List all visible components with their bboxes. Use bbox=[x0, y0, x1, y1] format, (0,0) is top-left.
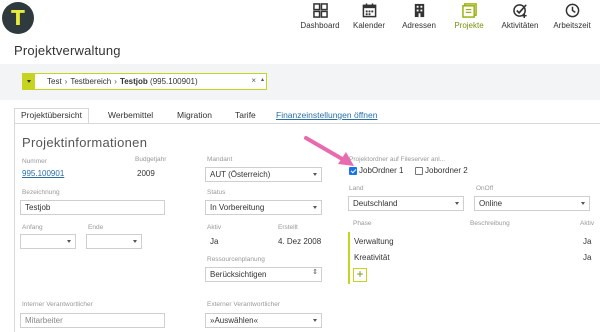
breadcrumb-current: Testjob bbox=[119, 77, 148, 86]
updown-icon: ⇕ bbox=[312, 269, 318, 276]
clock-icon bbox=[565, 3, 579, 18]
erstellt-label: Erstellt bbox=[278, 224, 298, 231]
nummer-label: Nummer bbox=[22, 158, 47, 165]
calendar-icon bbox=[362, 3, 376, 18]
phase-row-name[interactable]: Kreativität bbox=[354, 253, 390, 262]
aktiv-value: Ja bbox=[210, 237, 219, 246]
chevron-down-icon bbox=[133, 240, 137, 243]
onoff-select[interactable]: Online bbox=[474, 196, 590, 211]
nav-adressen[interactable]: Adressen bbox=[394, 3, 444, 30]
ende-select[interactable] bbox=[86, 234, 142, 249]
breadcrumb-job-number: (995.100901) bbox=[150, 77, 198, 86]
chevron-down-icon bbox=[581, 202, 585, 205]
chevron-down-icon bbox=[313, 319, 317, 322]
erstellt-value: 4. Dez 2008 bbox=[278, 237, 322, 246]
beschreibung-column-header: Beschreibung bbox=[470, 220, 510, 227]
tab-werbemittel[interactable]: Werbemittel bbox=[102, 108, 159, 124]
breadcrumb-separator: › bbox=[64, 77, 68, 86]
breadcrumb-dropdown-handle[interactable] bbox=[23, 74, 35, 89]
status-select[interactable]: In Vorbereitung bbox=[205, 200, 322, 215]
tab-finanzeinstellungen-link[interactable]: Finanzeinstellungen öffnen bbox=[270, 108, 383, 124]
phase-row-name[interactable]: Verwaltung bbox=[354, 237, 394, 246]
caret-icon[interactable]: ▴ bbox=[261, 76, 264, 83]
annotation-arrow-icon bbox=[304, 136, 354, 166]
bezeichnung-label: Bezeichnung bbox=[22, 189, 60, 196]
nav-dashboard[interactable]: Dashboard bbox=[295, 3, 345, 30]
nav-projekte[interactable]: Projekte bbox=[444, 3, 494, 30]
status-label: Status bbox=[207, 189, 226, 196]
externer-select[interactable]: »Auswählen« bbox=[205, 313, 322, 328]
interner-field[interactable]: Mitarbeiter bbox=[20, 313, 165, 328]
ressourcenplanung-select[interactable]: Berücksichtigen ⇕ bbox=[205, 267, 322, 282]
breadcrumb: Test › Testbereich › Testjob (995.100901) bbox=[47, 77, 198, 86]
ressourcenplanung-label: Ressourcenplanung bbox=[207, 256, 265, 263]
aktiv-label: Aktiv bbox=[207, 224, 222, 231]
breadcrumb-separator: › bbox=[114, 77, 117, 86]
land-select[interactable]: Deutschland bbox=[348, 196, 464, 211]
chevron-down-icon bbox=[313, 173, 317, 176]
joborder2-label[interactable]: Jobordner 2 bbox=[425, 166, 468, 175]
projects-icon bbox=[461, 3, 477, 18]
budgetjahr-label: Budgetjahr bbox=[135, 156, 167, 163]
nav-arbeitszeit-label: Arbeitszeit bbox=[553, 21, 591, 30]
joborder1-checkbox[interactable] bbox=[349, 167, 357, 175]
tab-tarife[interactable]: Tarife bbox=[229, 108, 262, 124]
tab-migration[interactable]: Migration bbox=[171, 108, 218, 124]
aktiv-column-header: Aktiv bbox=[580, 220, 595, 227]
onoff-label: OnOff bbox=[476, 185, 494, 192]
clear-icon[interactable]: × bbox=[251, 76, 256, 85]
activity-check-icon bbox=[512, 4, 527, 18]
project-breadcrumb-selector[interactable]: Test › Testbereich › Testjob (995.100901) × … bbox=[22, 73, 267, 90]
add-phase-button[interactable]: + bbox=[353, 268, 367, 282]
top-bar: T Dashboard Kalender Adressen Projekte A… bbox=[0, 0, 600, 36]
chevron-down-icon bbox=[313, 206, 317, 209]
phase-row-aktiv: Ja bbox=[583, 253, 592, 262]
building-icon bbox=[414, 3, 424, 18]
chevron-down-icon bbox=[67, 240, 71, 243]
nav-kalender[interactable]: Kalender bbox=[344, 3, 394, 30]
phase-list-accent bbox=[348, 232, 350, 284]
joborder2-checkbox[interactable] bbox=[415, 167, 423, 175]
nav-arbeitszeit[interactable]: Arbeitszeit bbox=[547, 3, 597, 30]
chevron-down-icon bbox=[455, 202, 459, 205]
page-title: Projektverwaltung bbox=[14, 43, 121, 58]
phase-column-header: Phase bbox=[353, 220, 372, 227]
budgetjahr-value: 2009 bbox=[137, 169, 155, 178]
breadcrumb-item[interactable]: Test bbox=[47, 77, 62, 86]
section-title: Projektinformationen bbox=[22, 135, 148, 150]
anfang-select[interactable] bbox=[20, 234, 76, 249]
nav-dashboard-label: Dashboard bbox=[300, 21, 340, 30]
bezeichnung-field[interactable]: Testjob bbox=[20, 200, 165, 215]
nav-aktivitaeten-label: Aktivitäten bbox=[501, 21, 539, 30]
externer-label: Externer Verantwortlicher bbox=[207, 301, 280, 308]
dashboard-icon bbox=[312, 3, 328, 18]
joborder1-label[interactable]: JobOrdner 1 bbox=[359, 166, 403, 175]
interner-label: Interner Verantwortlicher bbox=[22, 301, 93, 308]
nav-projekte-label: Projekte bbox=[454, 21, 484, 30]
nav-kalender-label: Kalender bbox=[352, 21, 386, 30]
breadcrumb-item[interactable]: Testbereich bbox=[70, 77, 111, 86]
land-label: Land bbox=[349, 185, 364, 192]
app-logo[interactable]: T bbox=[2, 2, 34, 34]
anfang-label: Anfang bbox=[22, 224, 43, 231]
mandant-label: Mandant bbox=[207, 156, 233, 163]
tab-projektuebersicht[interactable]: Projektübersicht bbox=[14, 108, 89, 124]
fileserver-label: Projektordner auf Fileserver anl... bbox=[349, 156, 446, 163]
phase-row-aktiv: Ja bbox=[583, 237, 592, 246]
nav-aktivitaeten[interactable]: Aktivitäten bbox=[495, 3, 545, 30]
nav-adressen-label: Adressen bbox=[402, 21, 436, 30]
nummer-link[interactable]: 995.100901 bbox=[22, 169, 64, 178]
chevron-down-icon bbox=[27, 80, 31, 83]
ende-label: Ende bbox=[88, 224, 104, 231]
